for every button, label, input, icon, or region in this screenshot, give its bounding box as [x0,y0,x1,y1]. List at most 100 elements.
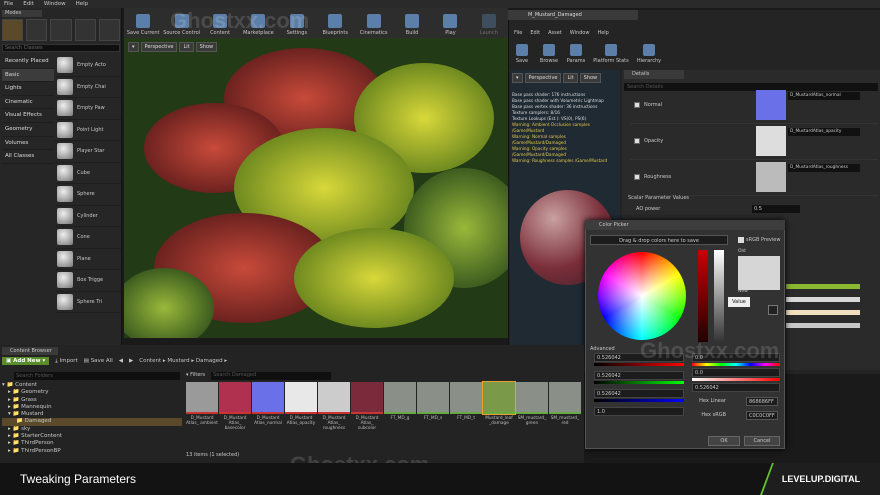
category-item[interactable]: Recently Placed [2,55,54,69]
asset-tile[interactable]: SM_mustard_ green [516,382,548,448]
placeable-item[interactable]: Sphere [55,184,121,206]
mat-menu-edit[interactable]: Edit [530,30,540,36]
cinematics-button[interactable]: Cinematics [354,8,392,38]
modes-tab[interactable]: Modes [2,10,42,17]
level-viewport[interactable] [124,38,508,338]
asset-tile[interactable]: D_Mustard Atlas_opacity [285,382,317,448]
placeable-item[interactable]: Cone [55,227,121,249]
category-item[interactable]: All Classes [2,150,54,164]
placeable-item[interactable]: Cube [55,163,121,184]
value-slider[interactable] [714,250,724,342]
category-item[interactable]: Lights [2,82,54,96]
asset-tile[interactable]: FT_MD_t [450,382,482,448]
value-field[interactable]: 0.526042 [692,383,780,392]
asset-tile[interactable]: D_Mustard Atlas_ ambient [186,382,218,448]
category-item[interactable]: Visual Effects [2,109,54,123]
viewport-menu-button[interactable]: ▾ [128,42,139,52]
placeable-item[interactable]: Empty Paw [55,98,121,120]
menu-window[interactable]: Window [44,1,66,7]
menu-help[interactable]: Help [76,1,89,7]
search-folders-input[interactable]: Search Folders [14,372,180,380]
placeable-item[interactable]: Player Star [55,141,121,163]
hex-linear-field[interactable]: 868686FF [746,397,778,406]
landscape-mode-icon[interactable] [50,19,72,41]
color-picker-title[interactable]: Color Picker [585,220,785,230]
advanced-toggle[interactable]: Advanced [590,346,615,352]
asset-tile[interactable]: SM_mustard_ red [549,382,581,448]
back-arrow-icon[interactable]: ◀ [119,358,123,364]
asset-tile[interactable]: D_Mustard Atlas_ subcolor [351,382,383,448]
mat-save-button[interactable]: Save [510,40,534,66]
blue-field[interactable]: 0.526042 [594,389,684,398]
param-checkbox[interactable] [634,174,640,180]
tree-item[interactable]: ▸ 📁 sky [2,426,182,433]
color-param-bar[interactable] [786,284,860,289]
mat-browse-button[interactable]: Browse [537,40,561,66]
save-all-button[interactable]: ▤ Save All [84,358,113,364]
hex-srgb-field[interactable]: C0C0C0FF [746,411,778,420]
mat-lit-button[interactable]: Lit [563,73,578,83]
placeable-item[interactable]: Box Trigge [55,270,121,292]
category-item[interactable]: Cinematic [2,96,54,110]
mat-params-button[interactable]: Params [564,40,588,66]
mat-viewport-menu-button[interactable]: ▾ [512,73,523,83]
tree-item[interactable]: ▸ 📁 ThirdPersonBP [2,448,182,455]
place-mode-icon[interactable] [2,19,24,41]
mat-menu-help[interactable]: Help [597,30,608,36]
play-button[interactable]: Play [431,8,469,38]
mat-show-button[interactable]: Show [579,73,602,83]
search-classes-input[interactable]: Search Classes [2,44,120,52]
color-theme-drop-area[interactable]: Drag & drop colors here to save [590,235,728,245]
forward-arrow-icon[interactable]: ▶ [129,358,133,364]
import-button[interactable]: ⤓ Import [55,358,77,365]
foliage-mode-icon[interactable] [74,19,96,41]
placeable-item[interactable]: Empty Chai [55,77,121,98]
tree-item[interactable]: ▸ 📁 Geometry [2,389,182,396]
asset-tile[interactable]: D_Mustard Atlas_normal [252,382,284,448]
mat-hierarchy-button[interactable]: Hierarchy [634,40,664,66]
texture-thumbnail[interactable] [756,126,786,156]
tree-item[interactable]: ▸ 📁 ThirdPerson [2,440,182,447]
tree-item[interactable]: ▸ 📁 Grass [2,397,182,404]
asset-tile[interactable]: FT_MD_g [384,382,416,448]
scalar-params-header[interactable]: Scalar Parameter Values [628,195,689,201]
mat-perspective-button[interactable]: Perspective [524,73,562,83]
param-checkbox[interactable] [634,102,640,108]
blueprints-button[interactable]: Blueprints [316,8,354,38]
perspective-button[interactable]: Perspective [140,42,178,52]
show-button[interactable]: Show [195,42,218,52]
placeable-item[interactable]: Sphere Tri [55,292,121,313]
cancel-button[interactable]: Cancel [744,436,780,446]
category-item[interactable]: Basic [2,68,54,83]
saturation-slider[interactable] [698,250,708,342]
color-param-bar[interactable] [786,323,860,328]
texture-select[interactable]: D_MustardAtlas_normal [788,92,860,100]
texture-select[interactable]: D_MustardAtlas_roughness [788,164,860,172]
menu-edit[interactable]: Edit [23,1,34,7]
placeable-item[interactable]: Point Light [55,120,121,141]
tree-item[interactable]: 📁 Damaged [2,418,182,426]
breadcrumb-item[interactable]: Content [139,358,161,364]
category-item[interactable]: Geometry [2,123,54,137]
mat-platform-stats-button[interactable]: Platform Stats [591,40,631,66]
placeable-item[interactable]: Plane [55,249,121,270]
srgb-preview-toggle[interactable]: sRGB Preview [738,237,780,243]
mat-menu-window[interactable]: Window [570,30,590,36]
placeable-item[interactable]: Cylinder [55,206,121,227]
breadcrumb-item[interactable]: Damaged [196,358,223,364]
paint-mode-icon[interactable] [26,19,48,41]
texture-thumbnail[interactable] [756,162,786,192]
ok-button[interactable]: OK [708,436,740,446]
save-current-button[interactable]: Save Current [124,8,162,38]
details-tab[interactable]: Details [624,70,684,79]
texture-select[interactable]: D_MustardAtlas_opacity [788,128,860,136]
geometry-mode-icon[interactable] [98,19,121,41]
param-checkbox[interactable] [634,138,640,144]
category-item[interactable]: Volumes [2,137,54,151]
color-wheel[interactable] [598,252,686,340]
asset-tile[interactable]: D_Mustard Atlas_ roughness [318,382,350,448]
saturation-field[interactable]: 0.0 [692,368,780,377]
search-assets-input[interactable]: Search Damaged [211,372,332,380]
mat-menu-file[interactable]: File [514,30,522,36]
placeable-item[interactable]: Empty Acto [55,55,121,77]
